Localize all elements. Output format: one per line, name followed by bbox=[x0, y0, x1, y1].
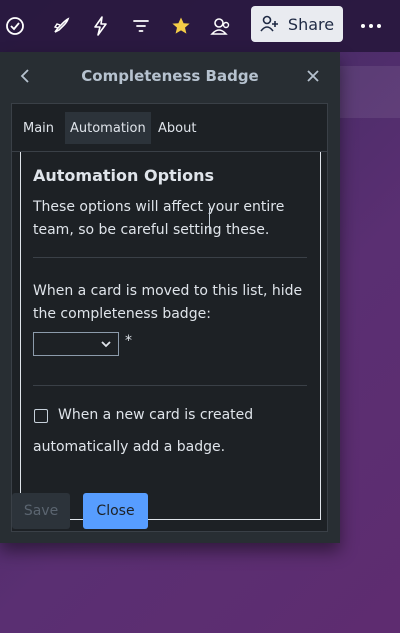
auto-badge-checkbox[interactable] bbox=[34, 409, 48, 423]
auto-badge-label-cont: automatically add a badge. bbox=[33, 439, 226, 455]
people-icon[interactable] bbox=[207, 12, 235, 40]
required-mark: * bbox=[125, 333, 132, 349]
automation-panel: Automation Options These options will af… bbox=[20, 152, 321, 520]
add-person-icon bbox=[260, 15, 278, 32]
text-cursor bbox=[209, 208, 210, 234]
board-list-background bbox=[340, 66, 400, 118]
tab-bar: Main Automation About bbox=[12, 104, 327, 152]
check-circle-icon[interactable] bbox=[1, 12, 29, 40]
powerup-iframe: Main Automation About Automation Options… bbox=[11, 103, 328, 532]
tab-main[interactable]: Main bbox=[23, 112, 54, 144]
divider bbox=[33, 257, 307, 258]
close-icon[interactable] bbox=[302, 64, 324, 88]
bolt-icon[interactable] bbox=[87, 12, 115, 40]
filter-icon[interactable] bbox=[127, 12, 155, 40]
chevron-down-icon bbox=[100, 334, 112, 358]
rocket-icon[interactable] bbox=[47, 12, 75, 40]
more-icon[interactable] bbox=[357, 12, 385, 40]
close-button[interactable]: Close bbox=[83, 493, 148, 529]
tab-automation[interactable]: Automation bbox=[65, 112, 151, 144]
section-heading: Automation Options bbox=[33, 166, 215, 185]
hide-badge-text: When a card is moved to this list, hide … bbox=[33, 283, 303, 322]
popover-header: Completeness Badge bbox=[0, 52, 340, 102]
completeness-badge-popover: Completeness Badge Main Automation About… bbox=[0, 52, 340, 543]
share-button[interactable]: Share bbox=[251, 6, 343, 42]
share-label: Share bbox=[287, 14, 335, 34]
tab-about[interactable]: About bbox=[158, 112, 196, 144]
divider bbox=[33, 385, 307, 386]
warning-text: These options will affect your entire te… bbox=[33, 199, 285, 238]
save-button[interactable]: Save bbox=[12, 493, 70, 529]
star-icon[interactable] bbox=[167, 12, 195, 40]
popover-title: Completeness Badge bbox=[81, 67, 259, 85]
board-header: Share bbox=[0, 0, 400, 52]
list-select[interactable] bbox=[33, 332, 119, 356]
auto-badge-label: When a new card is created bbox=[58, 407, 254, 423]
